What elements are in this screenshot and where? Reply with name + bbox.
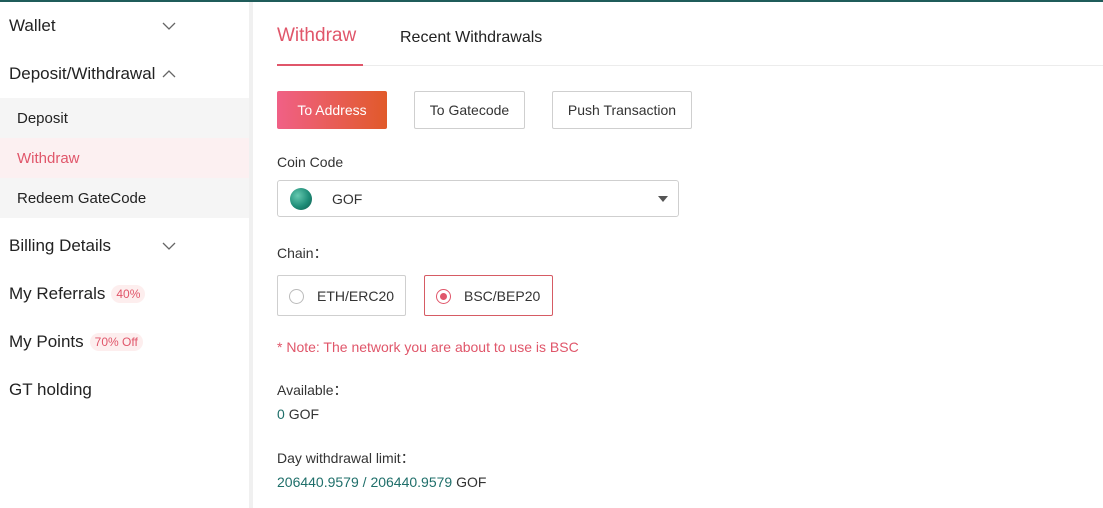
sidebar-item-label: Wallet [9,16,56,35]
day-limit-value: 206440.9579 / 206440.9579 GOF [277,474,486,490]
sidebar-subitem-label: Redeem GateCode [17,189,147,207]
sidebar-divider [249,2,253,508]
to-gatecode-button[interactable]: To Gatecode [414,91,525,129]
sidebar-item-label: Deposit/Withdrawal [9,64,156,83]
day-limit-unit: GOF [456,474,487,490]
day-limit-total: 206440.9579 [370,474,453,490]
day-limit-separator: / [358,474,371,490]
available-amount: 0 [277,406,285,422]
chain-option-label: ETH/ERC20 [317,288,395,304]
coin-code-value: GOF [332,191,363,207]
active-tab-underline [277,64,363,66]
day-limit-used: 206440.9579 [277,474,359,490]
available-value: 0 GOF [277,406,319,422]
sidebar-item-label: My Points [9,332,84,351]
coin-code-select[interactable]: GOF [277,180,679,217]
chain-option-eth-erc20[interactable]: ETH/ERC20 [277,275,406,316]
sidebar-item-deposit-withdrawal[interactable]: Deposit/Withdrawal [0,50,249,98]
sidebar-item-billing-details[interactable]: Billing Details [0,222,249,270]
chain-option-label: BSC/BEP20 [464,288,541,304]
coin-code-label: Coin Code [277,154,344,170]
tab-recent-withdrawals[interactable]: Recent Withdrawals [400,29,542,47]
gof-coin-icon [290,188,312,210]
push-transaction-button[interactable]: Push Transaction [552,91,692,129]
sidebar-item-gt-holding[interactable]: GT holding [0,366,249,414]
sidebar-item-label: My Referrals [9,284,106,303]
points-badge: 70% Off [89,333,143,351]
network-note: * Note: The network you are about to use… [277,339,579,355]
radio-checked-icon [436,289,451,304]
day-limit-label: Day withdrawal limit： [277,450,415,466]
sidebar-item-label: GT holding [9,380,92,399]
radio-unchecked-icon [289,289,304,304]
sidebar-item-label: Billing Details [9,236,112,255]
tab-withdraw[interactable]: Withdraw [277,25,356,47]
referral-badge: 40% [111,285,146,303]
chevron-up-icon [162,70,176,78]
sidebar-subitem-label: Withdraw [17,149,80,167]
sidebar: Wallet Deposit/Withdrawal Deposit Withdr… [0,2,249,508]
sidebar-subitem-redeem-gatecode[interactable]: Redeem GateCode [0,178,249,218]
chain-option-bsc-bep20[interactable]: BSC/BEP20 [424,275,553,316]
dropdown-caret-icon [658,196,668,202]
chevron-down-icon [162,242,176,250]
available-unit: GOF [288,406,320,422]
chevron-down-icon [162,22,176,30]
sidebar-item-my-referrals[interactable]: My Referrals 40% [0,270,249,318]
chain-label: Chain： [277,245,328,261]
tab-separator [277,65,1103,66]
to-address-button[interactable]: To Address [277,91,387,129]
sidebar-subitem-label: Deposit [17,109,68,127]
sidebar-subitem-deposit[interactable]: Deposit [0,98,249,138]
sidebar-subitem-withdraw[interactable]: Withdraw [0,138,249,178]
sidebar-item-my-points[interactable]: My Points 70% Off [0,318,249,366]
sidebar-item-wallet[interactable]: Wallet [0,2,249,50]
available-label: Available： [277,382,348,398]
